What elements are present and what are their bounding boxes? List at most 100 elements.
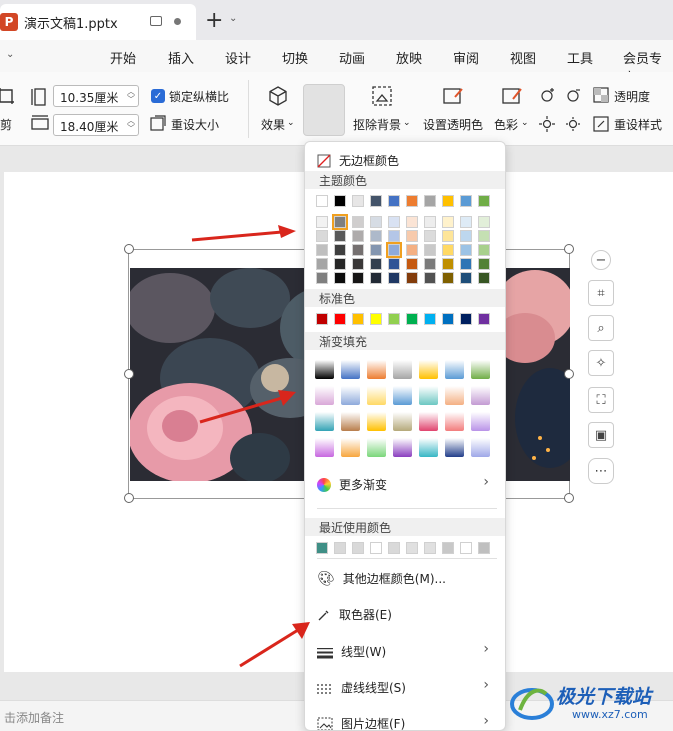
theme-shade-swatch[interactable]: [332, 214, 348, 230]
theme-shade-swatch[interactable]: [352, 272, 364, 284]
menu-animations[interactable]: 动画: [339, 48, 365, 67]
crop-label[interactable]: 剪: [0, 116, 12, 133]
contrast-down-icon[interactable]: [564, 115, 582, 133]
menu-view[interactable]: 视图: [510, 48, 536, 67]
gradient-swatch[interactable]: [315, 360, 334, 379]
gradient-swatch[interactable]: [393, 412, 412, 431]
recent-color-swatch[interactable]: [460, 542, 472, 554]
document-tab[interactable]: P 演示文稿1.pptx: [0, 4, 196, 40]
theme-shade-swatch[interactable]: [406, 244, 418, 256]
width-field[interactable]: 10.35厘米 ︿ ﹀: [53, 85, 139, 107]
reset-style-icon[interactable]: [593, 116, 609, 132]
resize-handle-left[interactable]: [124, 369, 134, 379]
crop-icon[interactable]: [0, 86, 18, 108]
theme-shade-swatch[interactable]: [406, 258, 418, 270]
menu-slideshow[interactable]: 放映: [396, 48, 422, 67]
dash-type-item[interactable]: 虚线线型(S): [317, 679, 406, 696]
theme-shade-swatch[interactable]: [460, 258, 472, 270]
theme-shade-swatch[interactable]: [406, 272, 418, 284]
gradient-swatch[interactable]: [367, 438, 386, 457]
gradient-swatch[interactable]: [445, 438, 464, 457]
set-transparent-icon[interactable]: [441, 84, 465, 108]
theme-shade-swatch[interactable]: [386, 242, 402, 258]
transparency-icon[interactable]: [593, 87, 609, 103]
chevron-down-icon[interactable]: ⌄: [229, 13, 237, 24]
gradient-swatch[interactable]: [341, 360, 360, 379]
gradient-swatch[interactable]: [419, 412, 438, 431]
menu-insert[interactable]: 插入: [168, 48, 194, 67]
remove-background-icon[interactable]: [370, 84, 394, 108]
gradient-swatch[interactable]: [315, 412, 334, 431]
theme-color-swatch[interactable]: [406, 195, 418, 207]
theme-shade-swatch[interactable]: [424, 272, 436, 284]
height-field[interactable]: 18.40厘米 ︿ ﹀: [53, 114, 139, 136]
theme-shade-swatch[interactable]: [460, 216, 472, 228]
standard-color-swatch[interactable]: [460, 313, 472, 325]
focus-icon[interactable]: ⛶: [588, 387, 614, 413]
gradient-swatch[interactable]: [341, 438, 360, 457]
standard-color-swatch[interactable]: [334, 313, 346, 325]
recent-color-swatch[interactable]: [370, 542, 382, 554]
theme-color-swatch[interactable]: [478, 195, 490, 207]
theme-shade-swatch[interactable]: [316, 230, 328, 242]
theme-shade-swatch[interactable]: [388, 272, 400, 284]
magic-wand-icon[interactable]: ✧: [588, 350, 614, 376]
gradient-swatch[interactable]: [341, 386, 360, 405]
theme-shade-swatch[interactable]: [460, 244, 472, 256]
theme-shade-swatch[interactable]: [388, 258, 400, 270]
standard-color-swatch[interactable]: [388, 313, 400, 325]
resize-handle-top-right[interactable]: [564, 244, 574, 254]
gradient-swatch[interactable]: [393, 386, 412, 405]
theme-shade-swatch[interactable]: [478, 230, 490, 242]
gradient-swatch[interactable]: [393, 438, 412, 457]
theme-shade-swatch[interactable]: [370, 244, 382, 256]
height-stepper[interactable]: ︿ ﹀: [127, 117, 135, 133]
menu-tools[interactable]: 工具: [567, 48, 593, 67]
theme-shade-swatch[interactable]: [316, 272, 328, 284]
gradient-swatch[interactable]: [471, 412, 490, 431]
set-transparent-label[interactable]: 设置透明色: [423, 116, 483, 133]
standard-color-swatch[interactable]: [370, 313, 382, 325]
theme-color-swatch[interactable]: [442, 195, 454, 207]
line-type-item[interactable]: 线型(W): [317, 643, 386, 660]
theme-color-swatch[interactable]: [334, 195, 346, 207]
contrast-up-icon[interactable]: [538, 115, 556, 133]
standard-color-swatch[interactable]: [316, 313, 328, 325]
theme-color-swatch[interactable]: [316, 195, 328, 207]
gradient-swatch[interactable]: [367, 386, 386, 405]
unsaved-dot-icon[interactable]: [174, 18, 181, 25]
gradient-swatch[interactable]: [445, 386, 464, 405]
color-icon[interactable]: [500, 84, 524, 108]
effect-icon[interactable]: [266, 84, 290, 108]
border-button-active[interactable]: [303, 84, 345, 136]
gradient-swatch[interactable]: [419, 438, 438, 457]
theme-shade-swatch[interactable]: [352, 230, 364, 242]
resize-handle-bottom-right[interactable]: [564, 493, 574, 503]
theme-shade-swatch[interactable]: [316, 244, 328, 256]
gradient-swatch[interactable]: [471, 360, 490, 379]
menu-collapse-chevron-icon[interactable]: ⌄: [6, 49, 14, 60]
picture-border-item[interactable]: 图片边框(F): [317, 715, 405, 730]
resize-handle-right[interactable]: [564, 369, 574, 379]
image-edit-icon[interactable]: ▣: [588, 422, 614, 448]
theme-shade-swatch[interactable]: [370, 230, 382, 242]
theme-shade-swatch[interactable]: [442, 216, 454, 228]
theme-shade-swatch[interactable]: [334, 244, 346, 256]
theme-shade-swatch[interactable]: [478, 258, 490, 270]
menu-design[interactable]: 设计: [225, 48, 251, 67]
theme-shade-swatch[interactable]: [316, 216, 328, 228]
menu-transitions[interactable]: 切换: [282, 48, 308, 67]
theme-shade-swatch[interactable]: [424, 216, 436, 228]
theme-shade-swatch[interactable]: [370, 258, 382, 270]
theme-shade-swatch[interactable]: [460, 272, 472, 284]
resize-handle-bottom-left[interactable]: [124, 493, 134, 503]
theme-color-swatch[interactable]: [352, 195, 364, 207]
standard-color-swatch[interactable]: [478, 313, 490, 325]
reset-style-label[interactable]: 重设样式: [614, 116, 662, 133]
zoom-icon[interactable]: ⌕: [588, 315, 614, 341]
theme-shade-swatch[interactable]: [442, 258, 454, 270]
theme-shade-swatch[interactable]: [478, 244, 490, 256]
standard-color-swatch[interactable]: [406, 313, 418, 325]
recent-color-swatch[interactable]: [406, 542, 418, 554]
brightness-down-icon[interactable]: [564, 86, 582, 104]
